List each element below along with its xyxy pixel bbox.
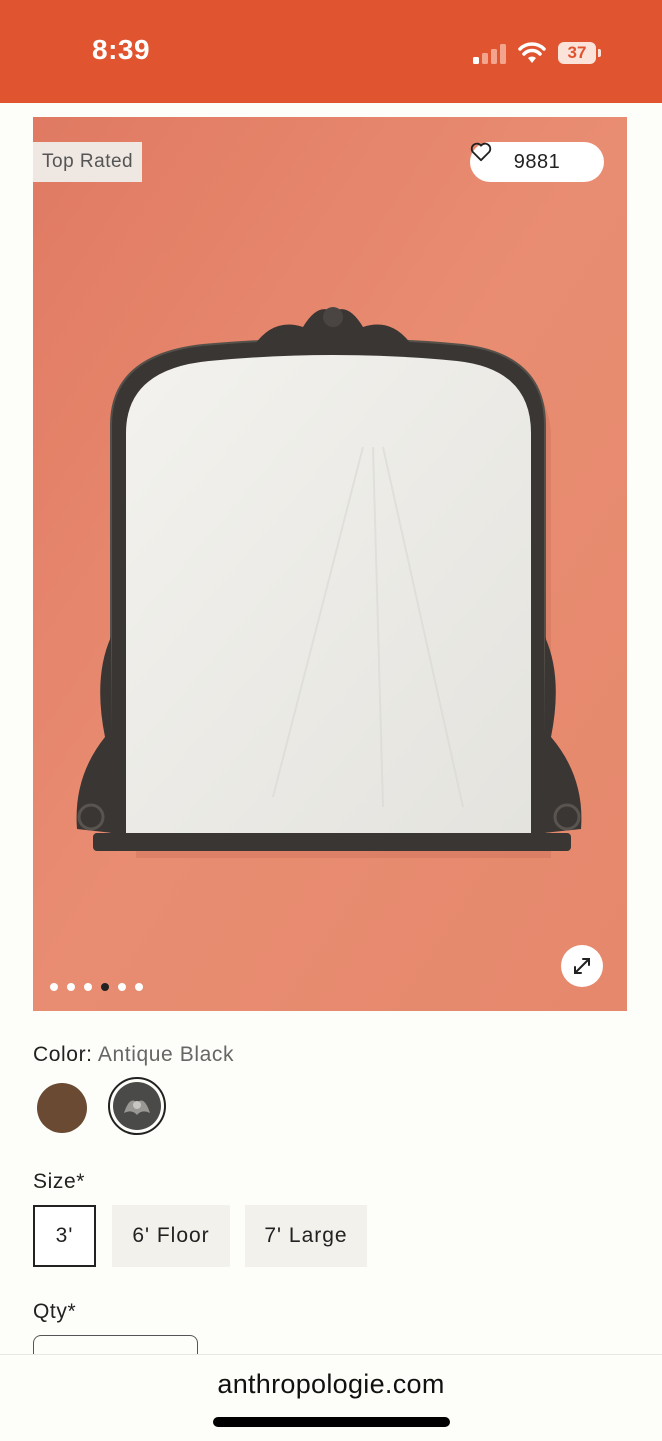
battery-indicator: 37 (558, 42, 596, 64)
status-bar: 8:39 37 (0, 0, 662, 103)
size-label: Size* (33, 1170, 86, 1193)
carousel-dot[interactable] (50, 983, 58, 991)
cellular-signal-icon (473, 44, 506, 64)
product-image-carousel[interactable]: Top Rated 9881 (33, 117, 627, 1011)
carousel-dot[interactable] (135, 983, 143, 991)
browser-url-bar[interactable]: anthropologie.com (0, 1354, 662, 1441)
favorites-count: 9881 (513, 150, 561, 173)
color-label: Color: Antique Black (33, 1043, 234, 1067)
url-text[interactable]: anthropologie.com (0, 1369, 662, 1400)
expand-arrows-icon (574, 958, 590, 974)
favorite-button[interactable]: 9881 (470, 142, 604, 182)
color-key: Color: (33, 1043, 93, 1066)
qty-label: Qty* (33, 1300, 77, 1323)
product-photo (33, 117, 627, 1011)
battery-nub (598, 49, 601, 57)
carousel-dot-active[interactable] (101, 983, 109, 991)
top-rated-badge: Top Rated (33, 142, 143, 182)
size-option-6ft-floor[interactable]: 6' Floor (112, 1205, 230, 1267)
expand-image-button[interactable] (561, 945, 603, 987)
heart-icon (470, 142, 492, 162)
carousel-dot[interactable] (84, 983, 92, 991)
size-option-3ft[interactable]: 3' (33, 1205, 96, 1267)
swatch-antique-black[interactable] (108, 1077, 166, 1135)
home-indicator[interactable] (213, 1417, 450, 1427)
status-time: 8:39 (92, 34, 151, 65)
wifi-icon (518, 42, 546, 63)
carousel-dot[interactable] (118, 983, 126, 991)
swatch-antique-black-image (113, 1082, 161, 1130)
carousel-indicator (50, 983, 143, 991)
size-option-7ft-large[interactable]: 7' Large (245, 1205, 367, 1267)
color-value: Antique Black (97, 1043, 235, 1066)
carousel-dot[interactable] (67, 983, 75, 991)
swatch-brown[interactable] (37, 1083, 87, 1133)
